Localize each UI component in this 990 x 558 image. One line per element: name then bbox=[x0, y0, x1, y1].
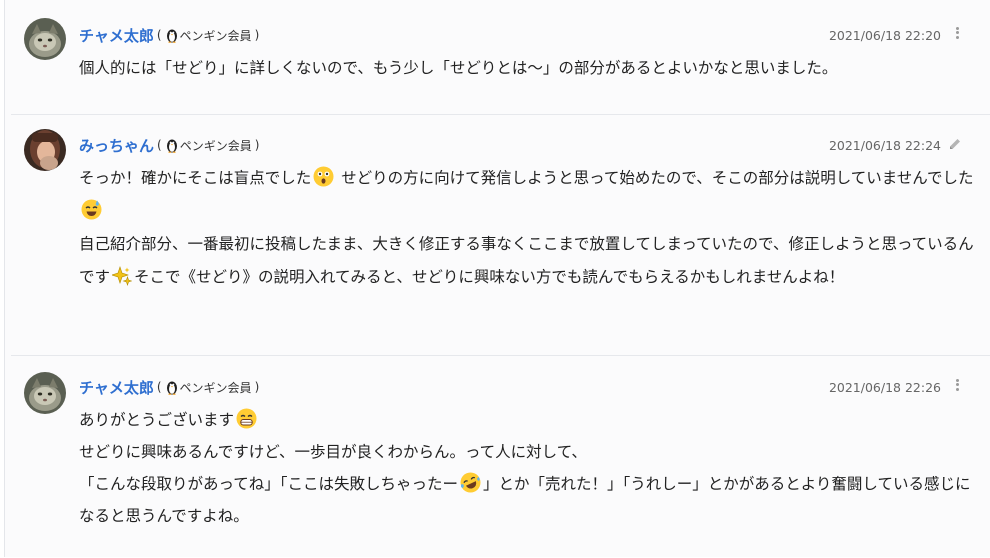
comment-header: みっちゃん ( ペンギン会員 ) 2021/06/18 22:24 bbox=[79, 134, 975, 156]
timestamp: 2021/06/18 22:20 bbox=[828, 27, 941, 43]
more-vertical-icon[interactable] bbox=[953, 25, 961, 43]
comment-item: チャメ太郎 ( ペンギン会員 ) 2021/06/18 22:20 個人的には「… bbox=[11, 0, 990, 112]
timestamp: 2021/06/18 22:24 bbox=[828, 137, 941, 153]
comment-header: チャメ太郎 ( ペンギン会員 ) 2021/06/18 22:20 bbox=[79, 24, 975, 46]
comment-header: チャメ太郎 ( ペンギン会員 ) 2021/06/18 22:26 bbox=[79, 376, 975, 398]
author-name[interactable]: チャメ太郎 bbox=[79, 25, 154, 46]
avatar[interactable] bbox=[24, 18, 66, 60]
paren-close: ) bbox=[254, 28, 260, 42]
paren-close: ) bbox=[254, 138, 260, 152]
member-rank: ペンギン会員 bbox=[165, 379, 252, 396]
comment-text: せどりに興味あるんですけど、一歩目が良くわからん。って人に対して、 bbox=[79, 443, 587, 461]
member-rank: ペンギン会員 bbox=[165, 27, 252, 44]
pencil-icon[interactable] bbox=[948, 136, 962, 155]
comment-paragraph: 自己紹介部分、一番最初に投稿したまま、大きく修正する事なくここまで放置してしまっ… bbox=[79, 228, 977, 294]
author-name[interactable]: みっちゃん bbox=[79, 135, 154, 156]
comment-text: せどりの方に向けて発信しようと思って始めたので、そこの部分は説明していませんでし… bbox=[336, 169, 974, 187]
rank-label: ペンギン会員 bbox=[179, 28, 252, 43]
comment-text: 「こんな段取りがあってね」「ここは失敗しちゃったー bbox=[79, 475, 458, 493]
comment-text: 個人的には「せどり」に詳しくないので、もう少し「せどりとは〜」の部分があるとよい… bbox=[79, 59, 838, 77]
rolling-laughing-icon bbox=[460, 472, 481, 493]
paren-open: ( bbox=[156, 380, 162, 394]
more-vertical-icon[interactable] bbox=[953, 377, 961, 395]
grinning-face-icon bbox=[236, 408, 257, 429]
avatar[interactable] bbox=[24, 372, 66, 414]
member-rank: ペンギン会員 bbox=[165, 137, 252, 154]
comment-body: ありがとうございます せどりに興味あるんですけど、一歩目が良くわからん。って人に… bbox=[79, 404, 977, 532]
comment-text: そっか！確かにそこは盲点でした bbox=[79, 169, 312, 187]
sparkles-icon bbox=[112, 266, 133, 286]
rank-label: ペンギン会員 bbox=[179, 380, 252, 395]
astonished-face-icon bbox=[313, 166, 334, 187]
rank-label: ペンギン会員 bbox=[179, 138, 252, 153]
penguin-icon bbox=[166, 29, 177, 43]
sweat-smile-icon bbox=[81, 199, 102, 220]
comment-text: そこで《せどり》の説明入れてみると、せどりに興味ない方でも読んでもらえるかもしれ… bbox=[134, 268, 845, 286]
comment-paragraph: 「こんな段取りがあってね」「ここは失敗しちゃったー 」とか「売れた！」「うれしー」… bbox=[79, 468, 977, 532]
comment-body: そっか！確かにそこは盲点でした せどりの方に向けて発信しようと思って始めたので、… bbox=[79, 162, 977, 294]
avatar[interactable] bbox=[24, 129, 66, 171]
comment-paragraph: ありがとうございます bbox=[79, 404, 977, 436]
penguin-icon bbox=[166, 139, 177, 153]
comment-text: ありがとうございます bbox=[79, 411, 235, 429]
author-name[interactable]: チャメ太郎 bbox=[79, 377, 154, 398]
paren-close: ) bbox=[254, 380, 260, 394]
comment-paragraph: そっか！確かにそこは盲点でした せどりの方に向けて発信しようと思って始めたので、… bbox=[79, 162, 977, 228]
paren-open: ( bbox=[156, 28, 162, 42]
comment-body: 個人的には「せどり」に詳しくないので、もう少し「せどりとは〜」の部分があるとよい… bbox=[79, 52, 977, 85]
comment-item: みっちゃん ( ペンギン会員 ) 2021/06/18 22:24 そっか！確か… bbox=[11, 114, 990, 355]
comment-thread: チャメ太郎 ( ペンギン会員 ) 2021/06/18 22:20 個人的には「… bbox=[4, 0, 990, 557]
timestamp: 2021/06/18 22:26 bbox=[828, 379, 941, 395]
paren-open: ( bbox=[157, 138, 162, 152]
comment-item: チャメ太郎 ( ペンギン会員 ) 2021/06/18 22:26 ありがとうご… bbox=[11, 355, 990, 558]
penguin-icon bbox=[166, 381, 177, 395]
